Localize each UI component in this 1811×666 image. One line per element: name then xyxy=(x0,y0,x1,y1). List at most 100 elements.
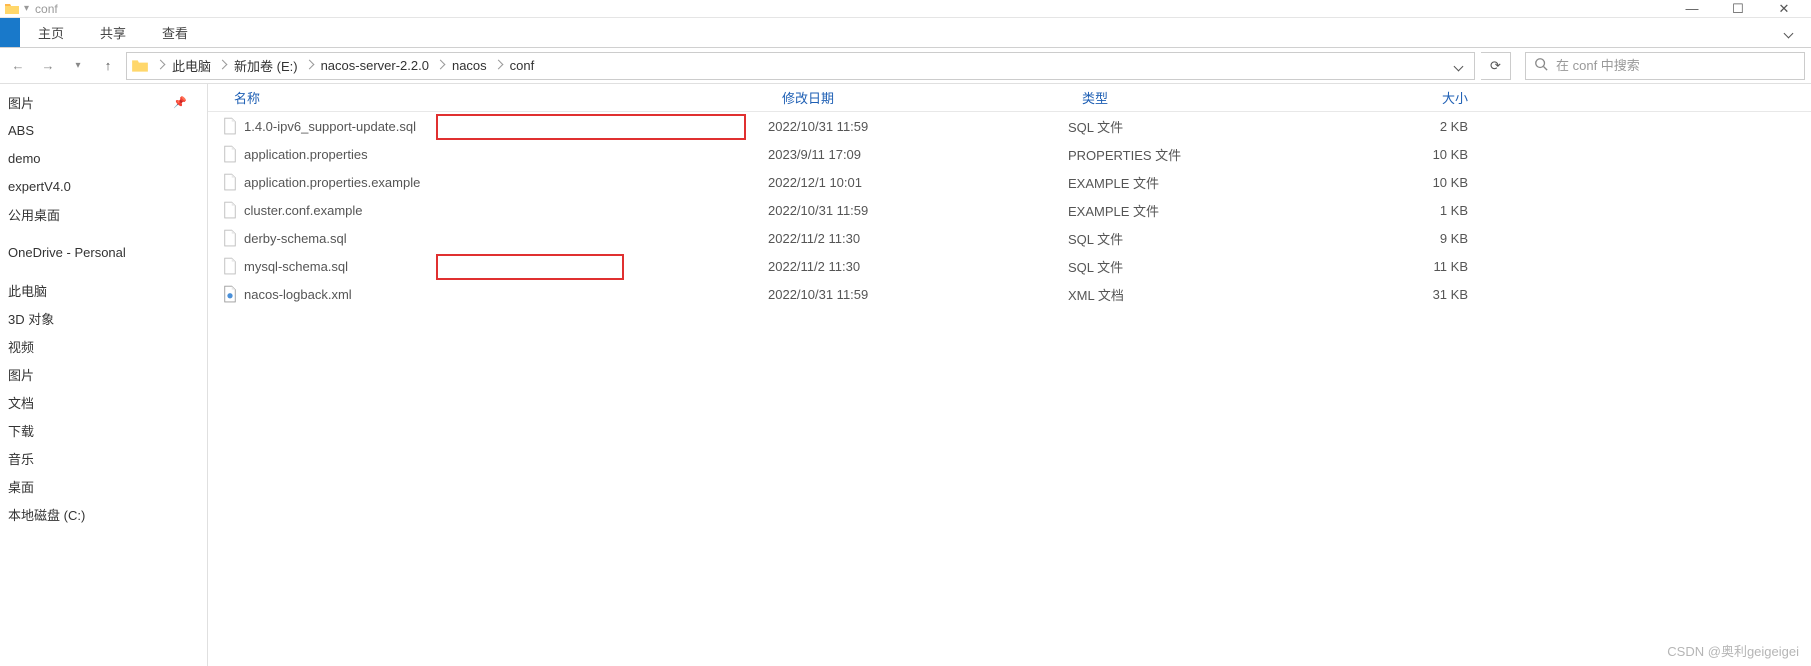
file-name-cell: nacos-logback.xml xyxy=(208,284,768,304)
file-name: derby-schema.sql xyxy=(244,231,347,246)
file-name-cell: cluster.conf.example xyxy=(208,200,768,220)
file-size: 10 KB xyxy=(1328,175,1488,190)
file-size: 11 KB xyxy=(1328,259,1488,274)
file-row[interactable]: nacos-logback.xml 2022/10/31 11:59XML 文档3… xyxy=(208,280,1811,308)
sidebar-item[interactable]: 3D 对象 xyxy=(0,304,207,332)
forward-button[interactable]: → xyxy=(36,54,60,78)
watermark: CSDN @奥利geigeigei xyxy=(1667,641,1799,660)
file-name: nacos-logback.xml xyxy=(244,287,352,302)
window-title: conf xyxy=(35,2,1669,16)
down-caret-icon[interactable]: ▾ xyxy=(24,3,29,14)
folder-icon xyxy=(131,57,149,75)
file-row[interactable]: derby-schema.sql 2022/11/2 11:30SQL 文件9 K… xyxy=(208,224,1811,252)
file-icon xyxy=(222,256,238,276)
up-button[interactable]: ↑ xyxy=(96,54,120,78)
file-name: application.properties.example xyxy=(244,175,420,190)
file-date: 2022/10/31 11:59 xyxy=(768,119,1068,134)
sidebar-item[interactable]: 图片📌 xyxy=(0,88,207,116)
file-type: XML 文档 xyxy=(1068,285,1328,304)
file-row[interactable]: mysql-schema.sql2022/11/2 11:30SQL 文件11 … xyxy=(208,252,1811,280)
file-date: 2023/9/11 17:09 xyxy=(768,147,1068,162)
nav-bar: ← → ▾ ↑ 此电脑 新加卷 (E:) nacos-server-2.2.0 … xyxy=(0,48,1811,84)
chevron-right-icon[interactable] xyxy=(217,60,228,71)
folder-icon xyxy=(4,1,20,17)
address-dropdown[interactable] xyxy=(1446,54,1470,78)
search-input[interactable] xyxy=(1556,58,1796,73)
refresh-button[interactable]: ⟳ xyxy=(1481,52,1511,80)
chevron-right-icon[interactable] xyxy=(435,60,446,71)
file-size: 10 KB xyxy=(1328,147,1488,162)
close-button[interactable]: ✕ xyxy=(1761,0,1807,18)
sidebar-item[interactable]: OneDrive - Personal xyxy=(0,238,207,266)
file-icon xyxy=(222,116,238,136)
file-name-cell: mysql-schema.sql xyxy=(208,256,768,276)
file-name-cell: application.properties.example xyxy=(208,172,768,192)
file-icon xyxy=(222,172,238,192)
file-tab[interactable] xyxy=(0,18,20,47)
ribbon: 主页 共享 查看 xyxy=(0,18,1811,48)
sidebar-item[interactable]: demo xyxy=(0,144,207,172)
sidebar-item[interactable]: 公用桌面 xyxy=(0,200,207,228)
search-icon xyxy=(1534,57,1548,74)
sidebar-item[interactable]: 图片 xyxy=(0,360,207,388)
crumb-folder-3[interactable]: conf xyxy=(506,58,539,73)
ribbon-expand-button[interactable] xyxy=(1765,18,1811,47)
sidebar-item[interactable]: 桌面 xyxy=(0,472,207,500)
file-date: 2022/11/2 11:30 xyxy=(768,231,1068,246)
recent-dropdown[interactable]: ▾ xyxy=(66,54,90,78)
tab-share[interactable]: 共享 xyxy=(82,18,144,47)
file-size: 1 KB xyxy=(1328,203,1488,218)
file-type: SQL 文件 xyxy=(1068,229,1328,248)
file-name: mysql-schema.sql xyxy=(244,259,348,274)
file-name-cell: derby-schema.sql xyxy=(208,228,768,248)
file-icon xyxy=(222,200,238,220)
file-row[interactable]: cluster.conf.example2022/10/31 11:59EXAM… xyxy=(208,196,1811,224)
sidebar-item[interactable]: 下载 xyxy=(0,416,207,444)
file-type: SQL 文件 xyxy=(1068,117,1328,136)
file-size: 9 KB xyxy=(1328,231,1488,246)
file-date: 2022/10/31 11:59 xyxy=(768,203,1068,218)
sidebar-item[interactable]: ABS xyxy=(0,116,207,144)
sidebar-item[interactable]: 视频 xyxy=(0,332,207,360)
file-row[interactable]: application.properties.example2022/12/1 … xyxy=(208,168,1811,196)
chevron-right-icon[interactable] xyxy=(155,60,166,71)
minimize-button[interactable]: — xyxy=(1669,0,1715,18)
crumb-folder-1[interactable]: nacos-server-2.2.0 xyxy=(317,58,433,73)
maximize-button[interactable]: ☐ xyxy=(1715,0,1761,18)
sidebar-item[interactable]: expertV4.0 xyxy=(0,172,207,200)
col-header-type[interactable]: 类型 xyxy=(1068,88,1328,107)
sidebar-item[interactable]: 本地磁盘 (C:) xyxy=(0,500,207,528)
search-box[interactable] xyxy=(1525,52,1805,80)
file-name-cell: application.properties xyxy=(208,144,768,164)
file-row[interactable]: application.properties 2023/9/11 17:09PRO… xyxy=(208,140,1811,168)
crumb-folder-2[interactable]: nacos xyxy=(448,58,491,73)
breadcrumb[interactable]: 此电脑 新加卷 (E:) nacos-server-2.2.0 nacos co… xyxy=(126,52,1475,80)
sidebar-item[interactable]: 音乐 xyxy=(0,444,207,472)
sidebar-item[interactable]: 文档 xyxy=(0,388,207,416)
file-size: 31 KB xyxy=(1328,287,1488,302)
file-date: 2022/10/31 11:59 xyxy=(768,287,1068,302)
title-bar: ▾ conf — ☐ ✕ xyxy=(0,0,1811,18)
tab-home[interactable]: 主页 xyxy=(20,18,82,47)
col-header-date[interactable]: 修改日期 xyxy=(768,88,1068,107)
chevron-right-icon[interactable] xyxy=(304,60,315,71)
crumb-drive[interactable]: 新加卷 (E:) xyxy=(230,56,302,75)
file-type: PROPERTIES 文件 xyxy=(1068,145,1328,164)
chevron-right-icon[interactable] xyxy=(493,60,504,71)
file-size: 2 KB xyxy=(1328,119,1488,134)
file-row[interactable]: 1.4.0-ipv6_support-update.sql2022/10/31 … xyxy=(208,112,1811,140)
file-type: EXAMPLE 文件 xyxy=(1068,173,1328,192)
pin-icon: 📌 xyxy=(173,96,187,109)
file-list: 1.4.0-ipv6_support-update.sql2022/10/31 … xyxy=(208,112,1811,308)
file-name: application.properties xyxy=(244,147,368,162)
tab-view[interactable]: 查看 xyxy=(144,18,206,47)
sidebar: 图片📌ABSdemoexpertV4.0公用桌面OneDrive - Perso… xyxy=(0,84,208,666)
col-header-name[interactable]: 名称 xyxy=(208,88,768,107)
file-name: cluster.conf.example xyxy=(244,203,363,218)
col-header-size[interactable]: 大小 xyxy=(1328,88,1488,107)
back-button[interactable]: ← xyxy=(6,54,30,78)
sidebar-item[interactable]: 此电脑 xyxy=(0,276,207,304)
file-icon xyxy=(222,144,238,164)
crumb-thispc[interactable]: 此电脑 xyxy=(168,56,215,75)
file-type: SQL 文件 xyxy=(1068,257,1328,276)
